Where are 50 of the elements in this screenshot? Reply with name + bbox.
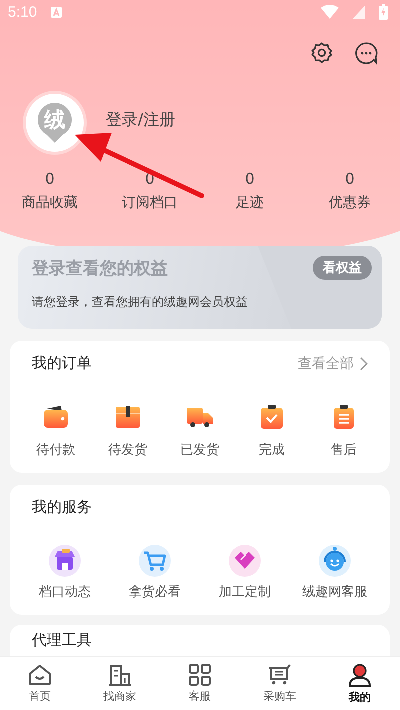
cart-icon [139,545,171,577]
order-status-item[interactable]: 完成 [236,401,308,459]
tab-bar-item[interactable]: 采购车 [240,657,320,710]
service-item[interactable]: 绒趣网客服 [290,545,380,601]
message-icon[interactable] [355,42,378,65]
tab-bar-item[interactable]: 找商家 [80,657,160,710]
service-item[interactable]: 加工定制 [200,545,290,601]
cart-icon [268,664,292,686]
customer-service-icon [319,545,351,577]
truck-icon [186,405,214,429]
grid-icon [189,664,211,686]
notification-icon [51,6,62,18]
logo-text: 绒 [44,107,66,134]
service-item[interactable]: 档口动态 [20,545,110,601]
order-status-item[interactable]: 已发货 [164,401,236,459]
stat-label[interactable]: 优惠券 [329,194,371,212]
wallet-icon [43,405,69,429]
benefits-text: 请您登录，查看您拥有的绒趣网会员权益 [32,294,249,311]
user-icon [348,662,372,686]
handshake-icon [229,545,261,577]
login-link[interactable]: 登录/注册 [106,110,176,130]
stat-value[interactable]: 0 [245,170,255,188]
stat-label[interactable]: 订阅档口 [122,194,178,212]
clipboard-check-icon [259,404,285,430]
order-status-item[interactable]: 售后 [308,401,380,459]
wifi-icon [321,5,339,19]
order-status-item[interactable]: 待付款 [20,401,92,459]
section-title: 代理工具 [32,631,92,649]
chevron-right-icon [360,356,368,370]
clipboard-list-icon [332,404,356,430]
section-title: 我的订单 [32,354,92,373]
section-title: 我的服务 [32,498,92,517]
tab-bar-item[interactable]: 我的 [320,657,400,710]
tab-bar-item[interactable]: 首页 [0,657,80,710]
home-icon [28,664,52,686]
settings-icon[interactable] [311,42,333,64]
status-time: 5:10 [8,4,38,20]
tab-bar-item[interactable]: 客服 [160,657,240,710]
stat-label[interactable]: 商品收藏 [22,194,78,212]
box-icon [115,405,141,429]
signal-icon [353,6,365,18]
stat-label[interactable]: 足迹 [236,194,264,212]
building-icon [108,664,132,686]
stat-value[interactable]: 0 [345,170,355,188]
benefits-title: 登录查看您的权益 [32,258,168,280]
service-item[interactable]: 拿货必看 [110,545,200,601]
shop-icon [49,545,81,577]
stat-value[interactable]: 0 [45,170,55,188]
order-status-item[interactable]: 待发货 [92,401,164,459]
battery-icon [379,4,388,20]
